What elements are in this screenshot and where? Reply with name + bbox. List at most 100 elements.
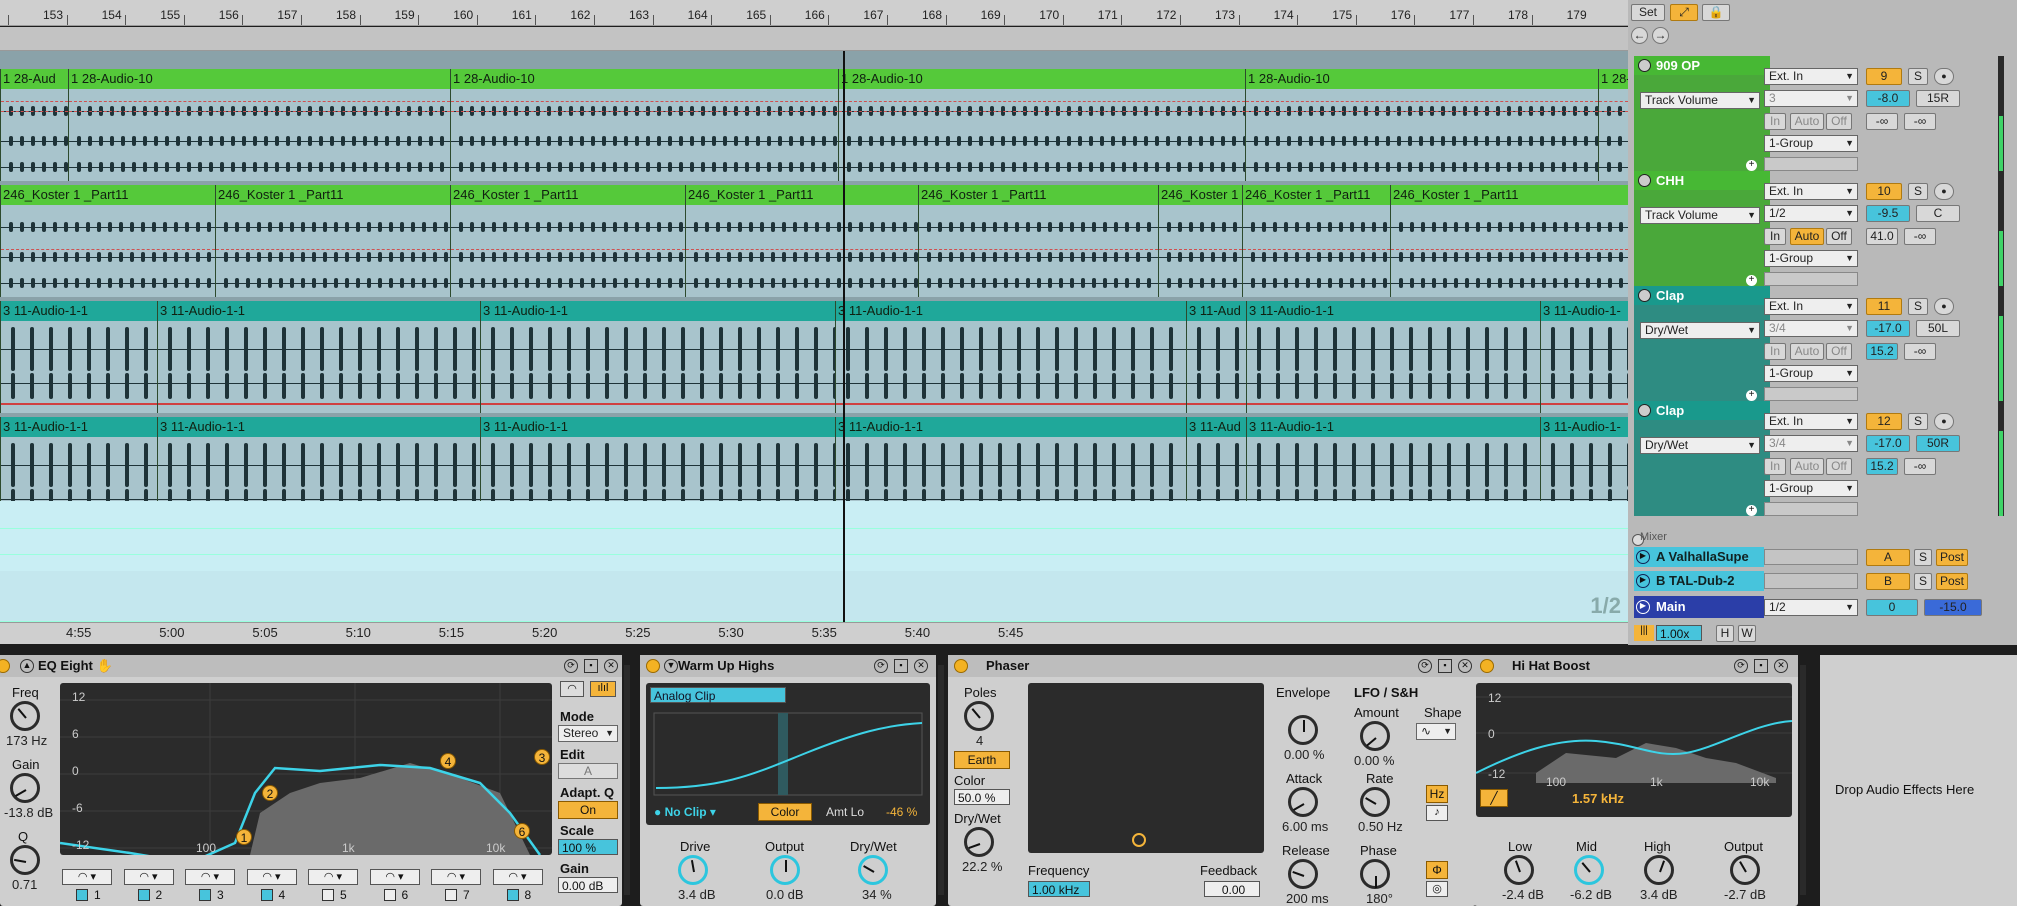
return-activator-button[interactable]: A [1866,549,1910,566]
pan-value[interactable]: C [1916,205,1960,222]
h-button[interactable]: H [1716,625,1734,642]
phaser-env-knob[interactable] [1288,715,1318,745]
warm-display[interactable]: Analog Clip ● No Clip ▾ Color Amt Lo -46… [646,683,930,825]
track-header[interactable]: Clap [1634,286,1770,305]
return-output-select[interactable] [1764,573,1858,589]
warm-color-button[interactable]: Color [758,803,812,821]
monitor-in-button[interactable]: In [1764,343,1786,360]
phaser-save-icon[interactable]: ▪ [1438,659,1452,673]
audio-clip[interactable]: 3 11-Aud [1186,301,1246,413]
input-channel-select[interactable]: 3/4 [1764,320,1858,337]
phaser-poles-value[interactable]: 4 [976,733,983,748]
main-track-header[interactable]: Main [1634,596,1764,618]
hihat-freq-value[interactable]: 1.57 kHz [1572,791,1624,806]
hihat-mid-value[interactable]: -6.2 dB [1570,887,1612,902]
play-icon[interactable]: ▶ [1636,550,1650,564]
eq-node-2[interactable]: 2 [262,785,278,801]
play-icon[interactable]: ▶ [1636,574,1650,588]
input-channel-select[interactable]: 3/4 [1764,435,1858,452]
main-lane[interactable] [0,571,1628,622]
eq-gain-value[interactable]: -13.8 dB [4,805,53,820]
return-solo-button[interactable]: S [1914,549,1932,566]
eq-filter-type-select[interactable]: ◠ ▾ [492,869,543,885]
audio-clip[interactable]: 1 28-Audio-10 [68,69,450,181]
hihat-out-value[interactable]: -2.7 dB [1724,887,1766,902]
monitor-off-button[interactable]: Off [1826,228,1852,245]
send-b-value[interactable]: -∞ [1904,458,1936,475]
eq-edit-button[interactable]: A [558,763,618,779]
bar-ruler[interactable]: 153 154 155 156 157 158 159 160 161 162 163 164 165 1… [0,0,1628,26]
eq-filter-type-select[interactable]: ◠ ▾ [123,869,174,885]
audio-clip[interactable]: 246_Koster 1 _Part11 [450,185,685,297]
hihat-save-icon[interactable]: ▪ [1754,659,1768,673]
time-ruler[interactable]: 4:55 5:00 5:05 5:10 5:15 5:20 5:25 5:30 5:35 5:40… [0,622,1628,644]
volume-value[interactable]: -9.5 [1866,205,1910,222]
return-track-header[interactable]: A ValhallaSupe [1634,547,1764,567]
eq-save-icon[interactable]: ▪ [584,659,598,673]
eq-band-toggle[interactable] [506,889,519,901]
hihat-display[interactable]: 12 0 -12 100 1k 10k ╱ 1.57 kHz [1475,683,1793,817]
phaser-attack-value[interactable]: 6.00 ms [1282,819,1328,834]
phaser-power-icon[interactable] [954,659,968,673]
eq-band-toggle[interactable] [76,889,88,901]
eq-band-toggle[interactable] [260,889,273,901]
eq-spectrum-icon[interactable]: ılıl [590,681,616,697]
monitor-off-button[interactable]: Off [1826,113,1852,130]
warm-hotswap-icon[interactable]: ⟳ [874,659,888,673]
output-channel-select[interactable] [1764,387,1858,401]
set-button[interactable]: Set [1631,4,1665,21]
audio-clip[interactable]: 246_Koster 1 _Part11 [1390,185,1628,297]
eq-band-toggle[interactable] [199,889,211,901]
input-channel-select[interactable]: 1/2 [1764,205,1858,222]
audio-clip[interactable]: 246_Koster 1 [1158,185,1242,297]
back-icon[interactable]: ← [1631,27,1648,44]
audio-clip[interactable]: 1 28-Audio-10 [450,69,838,181]
phaser-release-value[interactable]: 200 ms [1286,891,1329,906]
track-activator-button[interactable]: 9 [1866,68,1902,85]
automation-param-select[interactable]: Track Volume [1640,92,1760,109]
monitor-auto-button[interactable]: Auto [1790,228,1824,245]
monitor-auto-button[interactable]: Auto [1790,343,1824,360]
audio-clip[interactable]: 3 11-Audio-1- [1540,301,1628,413]
eq-filter-type-select[interactable]: ◠ ▾ [308,869,358,885]
track-lane[interactable]: 3 11-Audio-1-1 3 11-Audio-1-1 3 11-Audio-1… [0,301,1628,413]
post-button[interactable]: Post [1936,573,1968,590]
send-b-value[interactable]: -∞ [1904,113,1936,130]
monitor-in-button[interactable]: In [1764,228,1786,245]
pan-value[interactable]: 50L [1916,320,1960,337]
monitor-auto-button[interactable]: Auto [1790,113,1824,130]
monitor-auto-button[interactable]: Auto [1790,458,1824,475]
return-lane[interactable] [0,529,1628,555]
phaser-xy-pad[interactable] [1028,683,1264,853]
phaser-phase-value[interactable]: 180° [1366,891,1393,906]
output-channel-select[interactable] [1764,157,1858,171]
audio-clip[interactable]: 246_Koster 1 _Part11 [685,185,918,297]
warm-noclip-select[interactable]: ● No Clip ▾ [654,805,716,819]
audio-clip[interactable]: 246_Koster 1 _Part11 [1242,185,1390,297]
mixer-toggle-icon[interactable]: ||| [1634,625,1654,641]
phaser-phase-knob[interactable] [1360,859,1390,889]
arm-button[interactable]: ● [1934,183,1954,200]
eq-display[interactable]: 12 6 0 -6 -12 100 1k 10k 1 2 3 4 6 [59,683,552,865]
eq-hotswap-icon[interactable]: ⟳ [564,659,578,673]
volume-value[interactable]: -17.0 [1866,320,1910,337]
hihat-high-value[interactable]: 3.4 dB [1640,887,1678,902]
send-a-value[interactable]: 15.2 [1866,343,1898,360]
audio-clip[interactable]: 1 28-Aud [0,69,68,181]
phaser-earth-button[interactable]: Earth [954,751,1010,769]
eq-filter-type-select[interactable]: ◠ ▾ [62,869,112,885]
eq-scale-value[interactable]: 100 % [558,839,618,855]
hihat-power-icon[interactable] [1480,659,1494,673]
input-type-select[interactable]: Ext. In [1764,68,1858,85]
track-lane[interactable]: 1 28-Aud 1 28-Audio-10 1 28-Audio-10 1 28-A… [0,69,1628,181]
warm-fold-icon[interactable]: ▼ [664,659,678,673]
track-activator-button[interactable]: 10 [1866,183,1902,200]
add-lane-icon[interactable]: + [1746,160,1757,171]
phaser-amount-knob[interactable] [1360,721,1390,751]
eq-band-toggle[interactable] [445,889,457,901]
eq-freq-knob[interactable] [10,701,40,731]
eq-filter-type-select[interactable]: ◠ ▾ [431,869,481,885]
main-channel-select[interactable]: 1/2 [1764,599,1858,616]
warm-drive-knob[interactable] [678,855,708,885]
output-select[interactable]: 1-Group [1764,250,1858,267]
